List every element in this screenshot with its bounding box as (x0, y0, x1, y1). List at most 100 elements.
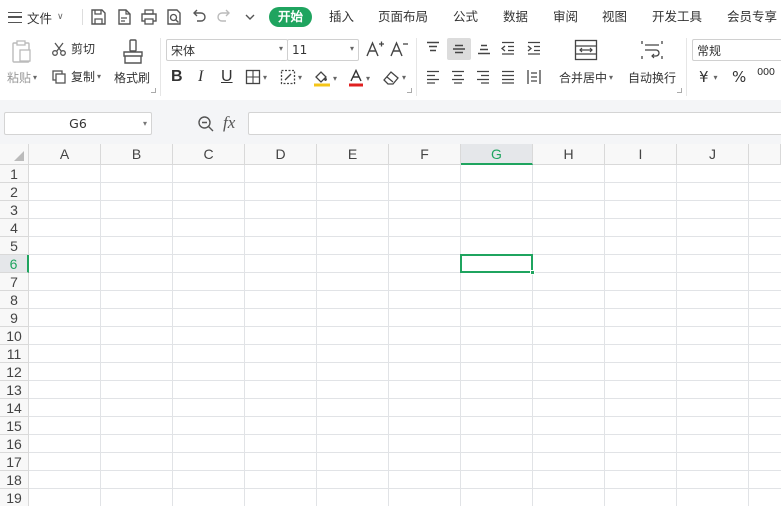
column-header-e[interactable]: E (317, 144, 389, 165)
row-header-17[interactable]: 17 (0, 453, 29, 471)
fill-handle[interactable] (530, 270, 535, 275)
undo-icon[interactable] (189, 7, 209, 27)
row-header-15[interactable]: 15 (0, 417, 29, 435)
wrap-text-button[interactable]: 自动换行 (628, 69, 676, 86)
paste-icon[interactable] (9, 38, 35, 64)
row-header-19[interactable]: 19 (0, 489, 29, 506)
select-all-corner[interactable] (0, 144, 29, 165)
row-header-14[interactable]: 14 (0, 399, 29, 417)
font-color-button[interactable]: ▾ (348, 69, 370, 87)
thousands-separator-button[interactable]: 000 (757, 67, 775, 78)
row-header-3[interactable]: 3 (0, 201, 29, 219)
column-header-h[interactable]: H (533, 144, 605, 165)
increase-font-icon[interactable] (365, 40, 385, 58)
tab-data[interactable]: 数据 (503, 7, 528, 27)
cut-label: 剪切 (71, 42, 96, 56)
row-header-16[interactable]: 16 (0, 435, 29, 453)
tab-developer[interactable]: 开发工具 (652, 7, 702, 27)
merge-center-button[interactable]: 合并居中 ▾ (559, 69, 613, 86)
distributed-align-icon[interactable] (526, 69, 542, 85)
align-left-icon[interactable] (425, 70, 441, 84)
increase-indent-icon[interactable] (526, 41, 542, 55)
decrease-indent-icon[interactable] (500, 41, 516, 55)
fill-color-button[interactable]: ▾ (313, 69, 337, 87)
name-box[interactable]: G6 ▾ (4, 112, 152, 135)
customize-toolbar-icon[interactable] (240, 7, 260, 27)
row-header-1[interactable]: 1 (0, 165, 29, 183)
active-cell[interactable] (460, 254, 533, 273)
row-header-9[interactable]: 9 (0, 309, 29, 327)
clipboard-group-launcher[interactable] (151, 88, 156, 93)
formula-input[interactable] (248, 112, 781, 135)
export-pdf-icon[interactable] (114, 7, 134, 27)
column-header-a[interactable]: A (29, 144, 101, 165)
print-icon[interactable] (139, 7, 159, 27)
cell-style-button[interactable]: ▾ (280, 69, 302, 85)
borders-button[interactable]: ▾ (245, 69, 267, 85)
tab-view[interactable]: 视图 (602, 7, 627, 27)
save-icon[interactable] (88, 7, 108, 27)
merge-center-icon[interactable] (574, 39, 598, 61)
justify-icon[interactable] (500, 70, 516, 84)
paste-button[interactable]: 粘贴 ▾ (7, 69, 37, 86)
italic-icon[interactable]: I (198, 68, 203, 86)
decrease-font-icon[interactable] (389, 40, 409, 58)
spreadsheet-grid[interactable]: A B C D E F G H I J 1 2 3 4 5 6 7 8 9 10 11 12 13 14 15 16 17 18 19 (0, 144, 781, 506)
currency-button[interactable]: ¥ ▾ (699, 68, 718, 86)
redo-icon[interactable] (214, 7, 234, 27)
cut-button[interactable]: 剪切 (51, 40, 95, 57)
row-header-7[interactable]: 7 (0, 273, 29, 291)
tab-insert[interactable]: 插入 (329, 7, 354, 27)
underline-icon[interactable]: U (221, 68, 233, 86)
tab-home[interactable]: 开始 (269, 7, 313, 27)
bold-icon[interactable]: B (171, 68, 183, 86)
formula-bar: G6 ▾ fx (0, 100, 781, 144)
print-preview-icon[interactable] (164, 7, 184, 27)
tab-member[interactable]: 会员专享 (727, 7, 777, 27)
column-header-b[interactable]: B (101, 144, 173, 165)
align-center-icon[interactable] (450, 70, 466, 84)
zoom-search-icon[interactable] (197, 115, 215, 133)
font-size-select[interactable]: 11 ▾ (287, 39, 359, 61)
align-right-icon[interactable] (475, 70, 491, 84)
row-header-6[interactable]: 6 (0, 255, 29, 273)
cell-style-icon (280, 69, 296, 85)
file-menu[interactable]: 文件 ∨ (8, 9, 64, 26)
format-painter-icon[interactable] (121, 38, 145, 66)
column-header-c[interactable]: C (173, 144, 245, 165)
align-middle-icon[interactable] (447, 38, 471, 60)
number-format-select[interactable]: 常规 (692, 39, 781, 61)
wrap-text-icon[interactable] (640, 39, 664, 61)
format-painter-button[interactable]: 格式刷 (114, 69, 150, 86)
row-header-12[interactable]: 12 (0, 363, 29, 381)
font-name-select[interactable]: 宋体 ▾ (166, 39, 288, 61)
percent-button[interactable]: % (732, 68, 746, 86)
row-header-18[interactable]: 18 (0, 471, 29, 489)
copy-button[interactable]: 复制 ▾ (51, 68, 101, 85)
tab-formulas[interactable]: 公式 (453, 7, 478, 27)
chevron-down-icon: ▾ (33, 73, 38, 82)
column-header-partial[interactable] (749, 144, 781, 165)
font-group-launcher[interactable] (407, 88, 412, 93)
row-header-13[interactable]: 13 (0, 381, 29, 399)
insert-function-icon[interactable]: fx (223, 113, 235, 133)
tab-page-layout[interactable]: 页面布局 (378, 7, 428, 27)
column-header-d[interactable]: D (245, 144, 317, 165)
align-top-icon[interactable] (425, 41, 441, 55)
column-header-j[interactable]: J (677, 144, 749, 165)
row-header-8[interactable]: 8 (0, 291, 29, 309)
row-header-11[interactable]: 11 (0, 345, 29, 363)
alignment-group-launcher[interactable] (677, 88, 682, 93)
row-header-10[interactable]: 10 (0, 327, 29, 345)
column-header-f[interactable]: F (389, 144, 461, 165)
clear-button[interactable]: ▾ (382, 69, 406, 85)
tab-review[interactable]: 审阅 (553, 7, 578, 27)
row-header-4[interactable]: 4 (0, 219, 29, 237)
chevron-down-icon: ▾ (263, 72, 268, 82)
row-header-5[interactable]: 5 (0, 237, 29, 255)
row-header-2[interactable]: 2 (0, 183, 29, 201)
column-header-g[interactable]: G (461, 144, 533, 165)
ribbon-home: 粘贴 ▾ 剪切 复制 ▾ 格式刷 宋体 ▾ 11 ▾ B I U ▾ ▾ ▾ ▾… (0, 34, 781, 100)
column-header-i[interactable]: I (605, 144, 677, 165)
align-bottom-icon[interactable] (476, 41, 492, 55)
